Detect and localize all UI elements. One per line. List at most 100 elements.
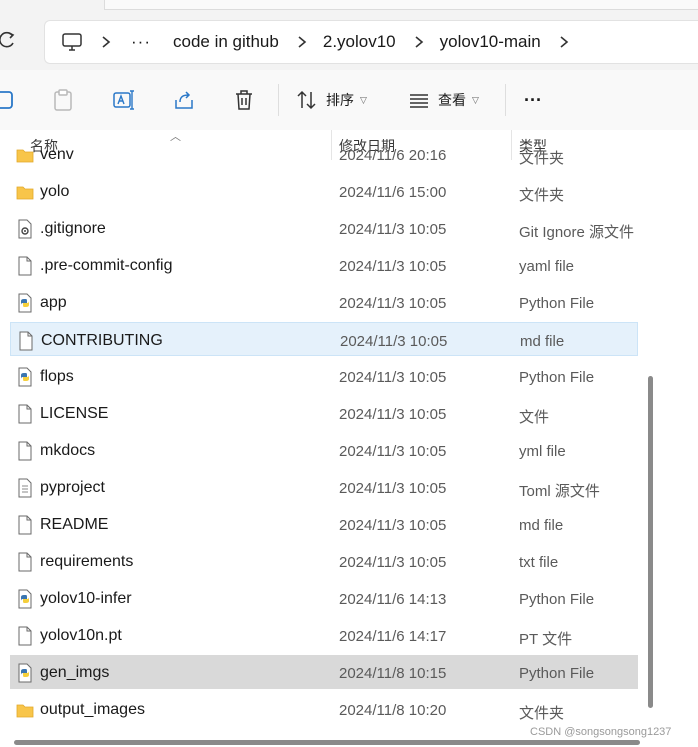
toolbar-divider	[505, 84, 506, 116]
file-row[interactable]: venv 2024/11/6 20:16 文件夹	[10, 148, 638, 171]
breadcrumb-item-yolov10[interactable]: 2.yolov10	[323, 21, 396, 63]
file-name[interactable]: pyproject	[40, 479, 105, 497]
file-modified-date: 2024/11/3 10:05	[339, 554, 447, 571]
file-row[interactable]: CONTRIBUTING 2024/11/3 10:05 md file	[10, 322, 638, 356]
file-modified-date: 2024/11/3 10:05	[339, 517, 447, 534]
file-icon	[16, 552, 34, 572]
file-row[interactable]: gen_imgs 2024/11/8 10:15 Python File	[10, 655, 638, 689]
file-type: 文件夹	[519, 705, 565, 722]
file-icon	[16, 256, 34, 276]
file-name[interactable]: yolov10n.pt	[40, 627, 122, 645]
file-row[interactable]: yolov10-infer 2024/11/6 14:13 Python File	[10, 581, 638, 615]
file-name[interactable]: mkdocs	[40, 442, 95, 460]
python-file-icon	[16, 589, 34, 609]
file-row[interactable]: yolo 2024/11/6 15:00 文件夹	[10, 174, 638, 208]
window-tab[interactable]	[104, 0, 698, 10]
delete-button[interactable]	[232, 86, 256, 114]
file-row[interactable]: pyproject 2024/11/3 10:05 Toml 源文件	[10, 470, 638, 504]
file-row[interactable]: requirements 2024/11/3 10:05 txt file	[10, 544, 638, 578]
file-name[interactable]: gen_imgs	[40, 664, 109, 682]
file-row[interactable]: .gitignore 2024/11/3 10:05 Git Ignore 源文件	[10, 211, 638, 245]
file-type: 文件夹	[519, 187, 565, 204]
file-modified-date: 2024/11/3 10:05	[339, 369, 447, 386]
view-button[interactable]: 查看 ▽	[408, 86, 479, 114]
file-type: Python File	[519, 369, 595, 386]
file-name[interactable]: LICENSE	[40, 405, 108, 423]
refresh-icon[interactable]	[0, 31, 16, 49]
address-bar[interactable]: ··· code in github 2.yolov10 yolov10-mai…	[44, 20, 698, 64]
rename-button[interactable]	[112, 86, 136, 114]
file-modified-date: 2024/11/3 10:05	[340, 333, 448, 350]
breadcrumb-item-code-in-github[interactable]: code in github	[173, 21, 279, 63]
chevron-right-icon	[415, 36, 423, 48]
file-type: md file	[519, 517, 564, 534]
address-row: ··· code in github 2.yolov10 yolov10-mai…	[0, 12, 698, 70]
file-row[interactable]: app 2024/11/3 10:05 Python File	[10, 285, 638, 319]
file-name[interactable]: venv	[40, 148, 74, 164]
file-row[interactable]: README 2024/11/3 10:05 md file	[10, 507, 638, 541]
file-type: PT 文件	[519, 631, 573, 648]
file-type: Python File	[519, 591, 595, 608]
file-row[interactable]: LICENSE 2024/11/3 10:05 文件	[10, 396, 638, 430]
file-type: 文件	[519, 409, 550, 426]
file-type: txt file	[519, 554, 559, 571]
file-name[interactable]: app	[40, 294, 67, 312]
breadcrumb-ellipsis[interactable]: ···	[131, 21, 151, 63]
file-name[interactable]: output_images	[40, 701, 145, 719]
file-name[interactable]: requirements	[40, 553, 133, 571]
trash-icon	[236, 90, 252, 110]
chevron-right-icon[interactable]	[559, 35, 569, 49]
file-icon	[16, 626, 34, 646]
share-icon	[175, 91, 193, 109]
chevron-right-icon	[102, 36, 111, 48]
file-name[interactable]: flops	[40, 368, 74, 386]
rename-icon	[113, 90, 134, 110]
file-modified-date: 2024/11/8 10:20	[339, 702, 447, 719]
sort-ascending-icon: ︿	[170, 131, 181, 143]
chevron-down-icon: ▽	[472, 94, 479, 105]
file-icon	[16, 404, 34, 424]
more-options-button[interactable]: ···	[524, 86, 542, 114]
folder-icon	[16, 700, 34, 720]
file-type: yml file	[519, 443, 566, 460]
file-modified-date: 2024/11/3 10:05	[339, 406, 447, 423]
horizontal-scroll-thumb[interactable]	[14, 740, 640, 745]
copy-button[interactable]	[0, 86, 14, 114]
sort-icon	[297, 90, 316, 110]
file-name[interactable]: README	[40, 516, 108, 534]
file-row[interactable]: output_images 2024/11/8 10:20 文件夹	[10, 692, 638, 726]
file-modified-date: 2024/11/6 14:17	[339, 628, 447, 645]
command-bar: 排序 ▽ 查看 ▽ ···	[0, 70, 698, 131]
python-file-icon	[16, 367, 34, 387]
file-name[interactable]: .gitignore	[40, 220, 106, 238]
view-icon	[410, 94, 428, 108]
file-type: 文件夹	[519, 150, 565, 167]
toolbar-divider	[278, 84, 279, 116]
file-modified-date: 2024/11/8 10:15	[339, 665, 447, 682]
file-name[interactable]: yolov10-infer	[40, 590, 132, 608]
this-pc-icon[interactable]	[61, 31, 83, 53]
file-modified-date: 2024/11/3 10:05	[339, 221, 447, 238]
file-name[interactable]: CONTRIBUTING	[41, 332, 163, 350]
breadcrumb-item-yolov10-main[interactable]: yolov10-main	[440, 21, 541, 63]
file-name[interactable]: .pre-commit-config	[40, 257, 172, 275]
file-row[interactable]: flops 2024/11/3 10:05 Python File	[10, 359, 638, 393]
file-row[interactable]: yolov10n.pt 2024/11/6 14:17 PT 文件	[10, 618, 638, 652]
file-name[interactable]: yolo	[40, 183, 69, 201]
file-type: Python File	[519, 295, 595, 312]
file-modified-date: 2024/11/3 10:05	[339, 480, 447, 497]
file-modified-date: 2024/11/3 10:05	[339, 258, 447, 275]
paste-button[interactable]	[52, 86, 74, 114]
file-type: yaml file	[519, 258, 575, 275]
file-type: md file	[520, 333, 565, 350]
sort-button[interactable]: 排序 ▽	[296, 86, 367, 114]
share-button[interactable]	[172, 86, 196, 114]
file-modified-date: 2024/11/6 14:13	[339, 591, 447, 608]
vertical-scroll-thumb[interactable]	[648, 376, 653, 708]
paste-icon	[54, 89, 72, 111]
settings-file-icon	[16, 219, 34, 239]
file-row[interactable]: .pre-commit-config 2024/11/3 10:05 yaml fi…	[10, 248, 638, 282]
file-modified-date: 2024/11/6 15:00	[339, 184, 447, 201]
file-icon	[16, 441, 34, 461]
file-row[interactable]: mkdocs 2024/11/3 10:05 yml file	[10, 433, 638, 467]
